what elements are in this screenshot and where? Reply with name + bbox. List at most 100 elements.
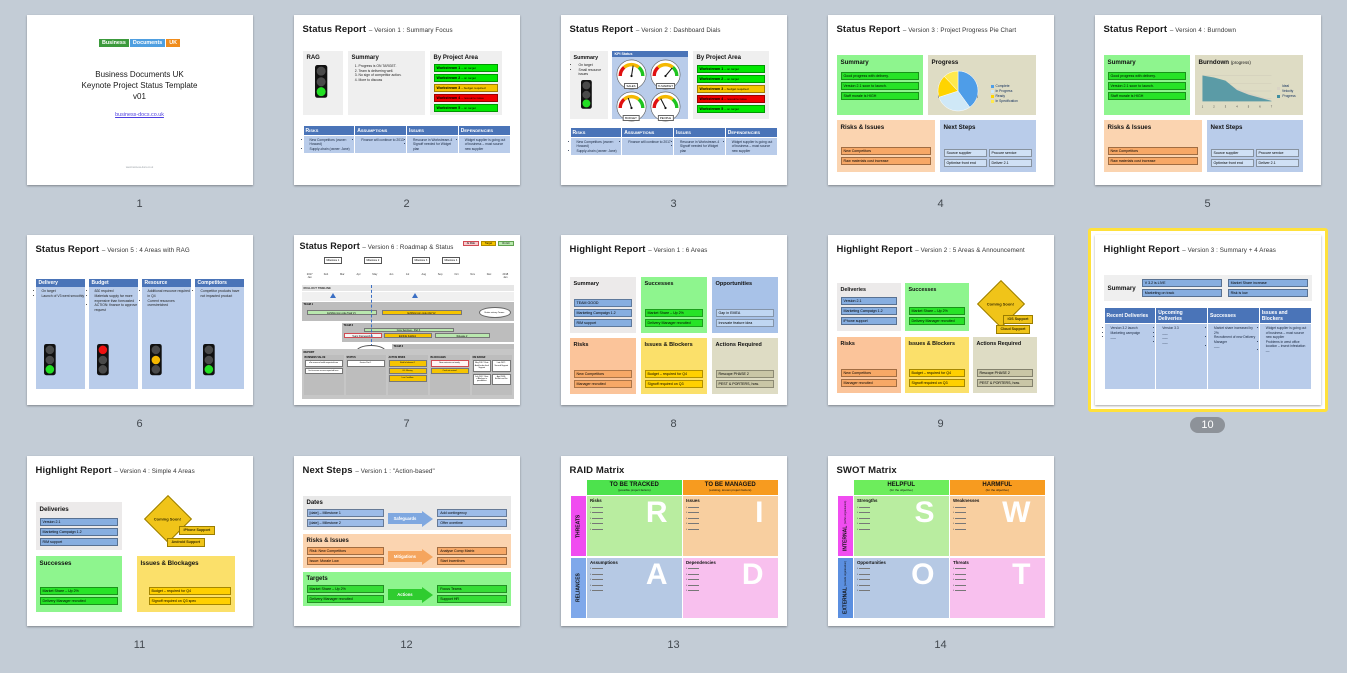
matrix-quadrant-A: Assumptions • • • • • A (587, 557, 682, 618)
panel-header: Successes (908, 287, 937, 294)
slide-thumbnail-7[interactable]: Status Report – Version 6 : Roadmap & St… (287, 228, 527, 412)
workstream-bar: Workstream 3 – budget required (696, 85, 765, 93)
slide-thumbnail-14[interactable]: SWOT Matrix HELPFUL (for the objective) … (821, 449, 1061, 633)
progress-heading: Progress (931, 59, 959, 66)
table-bullet: New Competitors (owner: Howard) (310, 138, 353, 147)
gauge-market: % MARKET (650, 59, 681, 90)
summary-item: Staff morale is HIGH (840, 92, 919, 100)
slide-canvas: Next Steps – Version 1 : "Action-based" … (293, 455, 520, 626)
announcement-tag: Cloud Support (995, 325, 1031, 335)
bullet-dash (687, 573, 699, 575)
traffic-light-red (98, 345, 107, 355)
report-card: Late 2017: Second Support (492, 360, 511, 372)
slide-thumbnail-12[interactable]: Next Steps – Version 1 : "Action-based" … (287, 449, 527, 633)
slide-canvas: RAID Matrix TO BE TRACKED (possible proj… (560, 455, 787, 626)
traffic-light-amber (151, 355, 160, 365)
title-line: Business Documents UK (95, 70, 184, 79)
panel-header: Deliveries (840, 287, 866, 294)
bullet-dash (687, 568, 699, 569)
quadrant-letter: R (645, 496, 668, 530)
risks-panel: Risks & Issues New Competitors Raw materi… (1103, 120, 1202, 172)
summary-item: More to discuss (359, 78, 421, 83)
table-header: Issues (673, 127, 726, 138)
slide-thumbnail-6[interactable]: Status Report – Version 5 : 4 Areas with… (20, 228, 260, 412)
panel-header: Deliveries (39, 505, 69, 513)
slide-thumbnail-9[interactable]: Highlight Report – Version 2 : 5 Areas &… (821, 228, 1061, 412)
panel-item: Marketing Campaign 1.2 (573, 309, 632, 318)
panel-header: Summary (573, 281, 600, 288)
slide-thumbnail-3[interactable]: Status Report – Version 2 : Dashboard Di… (554, 8, 794, 192)
col-header-sub: (possible project factors) (617, 488, 651, 493)
row-right-item: Focus Teams (437, 584, 507, 593)
rag-heading: RAG (306, 55, 320, 61)
col-header-sub: (for the objective) (985, 488, 1009, 493)
slide-thumbnail-4[interactable]: Status Report – Version 3 : Project Prog… (821, 8, 1061, 192)
bullet-dash (591, 517, 603, 519)
slide-canvas: Status Report – Version 2 : Dashboard Di… (560, 15, 787, 185)
column-header: Competitors (194, 279, 244, 288)
year-start: 2017 Jan (306, 273, 313, 280)
row-label-sub: (within organisation) (843, 501, 847, 525)
summary-chip: Marketing on track (1141, 289, 1222, 298)
traffic-light-green (98, 365, 107, 374)
row-left-item: Delivery Manager recruited (306, 594, 384, 603)
table-bullet: ___ (1162, 340, 1205, 344)
risk-item: Raw materials cost increase (1107, 157, 1198, 165)
announcement-tag: Android Support (166, 537, 206, 547)
slide-cell: Status Report – Version 5 : 4 Areas with… (6, 228, 273, 448)
raid-table: RisksAssumptionsIssuesDependencies New Co… (302, 125, 511, 155)
slide-thumbnail-10[interactable]: Highlight Report – Version 3 : Summary +… (1087, 228, 1328, 413)
bullet-dash (858, 579, 870, 580)
slide-number: 2 (403, 198, 410, 210)
svg-text:7: 7 (1270, 104, 1272, 108)
roadmap-task: Exhibits icon code pilot V2 (381, 310, 462, 316)
bullet-dash (591, 523, 603, 524)
panel-actions-required: Actions Required Rescope PHASE 2 PEST & P… (711, 338, 778, 395)
table-header: Dependencies (457, 125, 511, 136)
rag-column-resource: Resource Additional resource required in… (141, 279, 191, 390)
traffic-light-green (151, 365, 160, 374)
column-item: Current resources overstretched (148, 299, 191, 308)
website-link[interactable]: business-docs.co.uk (27, 112, 253, 118)
table-header: Issues and Blockers (1258, 307, 1312, 325)
slide-thumbnail-11[interactable]: Highlight Report – Version 4 : Simple 4 … (20, 449, 260, 633)
slide-number: 3 (670, 198, 677, 210)
bullet-dash (591, 584, 603, 586)
row-label-text: EXTERNAL (842, 587, 848, 615)
workstream-bar: Workstream 1 – on target (433, 64, 498, 72)
slide-thumbnail-2[interactable]: Status Report – Version 1 : Summary Focu… (287, 8, 527, 192)
report-card: £££ Missing (388, 367, 427, 375)
table-bullet: Signoff needed for Widget plan (413, 142, 456, 151)
raid-table: RisksAssumptionsIssuesDependencies New Co… (569, 127, 778, 157)
panel-item: Innovate feature idea (715, 319, 774, 328)
report-card: Build of release-2 (388, 360, 427, 367)
panel-item: PEST & PORTERS, how. (715, 380, 774, 389)
report-card: April 2018: Exhibit and Go (492, 373, 511, 385)
coming-soon-diamond: Coming Soon! (143, 494, 192, 543)
slide-subtitle: – Version 1 : "Action-based" (355, 467, 435, 475)
slide-number: 14 (934, 638, 947, 651)
slide-thumbnail-1[interactable]: Business Documents UK Business Documents U… (20, 8, 260, 192)
slide-cell: SWOT Matrix HELPFUL (for the objective) … (807, 449, 1074, 669)
bullet-dash (954, 584, 966, 586)
panel-item: Market Share – Up 2% (908, 307, 965, 316)
slide-thumbnail-5[interactable]: Status Report – Version 4 : Burndown Sum… (1088, 8, 1328, 192)
slide-number: 9 (937, 418, 944, 431)
roadmap-task: Exhibits building (383, 333, 432, 339)
row-left-item: Market Share – Up 2% (306, 584, 384, 593)
milestone-callout: Milestone 3 (411, 257, 431, 265)
slide-title: Status Report – Version 1 : Summary Focu… (302, 24, 453, 35)
panel-item: Gap in EMEA (715, 309, 774, 318)
slide-cell: RAID Matrix TO BE TRACKED (possible proj… (540, 449, 807, 669)
gauge-sales: SALES (616, 59, 647, 90)
bullet-dash (954, 512, 966, 513)
slide-thumbnail-8[interactable]: Highlight Report – Version 1 : 6 Areas S… (554, 228, 794, 412)
highlight-table: Recent Deliveries Upcoming Deliveries Succ… (1103, 307, 1312, 391)
table-bullet: Finance will continue to 2013 (361, 138, 404, 142)
slide-thumbnail-13[interactable]: RAID Matrix TO BE TRACKED (possible proj… (554, 449, 794, 633)
matrix-quadrant-S: Strengths • • • • • S (854, 496, 949, 557)
risk-item: New Competitors (1107, 147, 1198, 155)
month-label: Jun (389, 273, 394, 277)
slide-number: 4 (937, 198, 944, 210)
report-column: ON RADAR May 2017: Rate AutoFunder third… (471, 355, 512, 396)
